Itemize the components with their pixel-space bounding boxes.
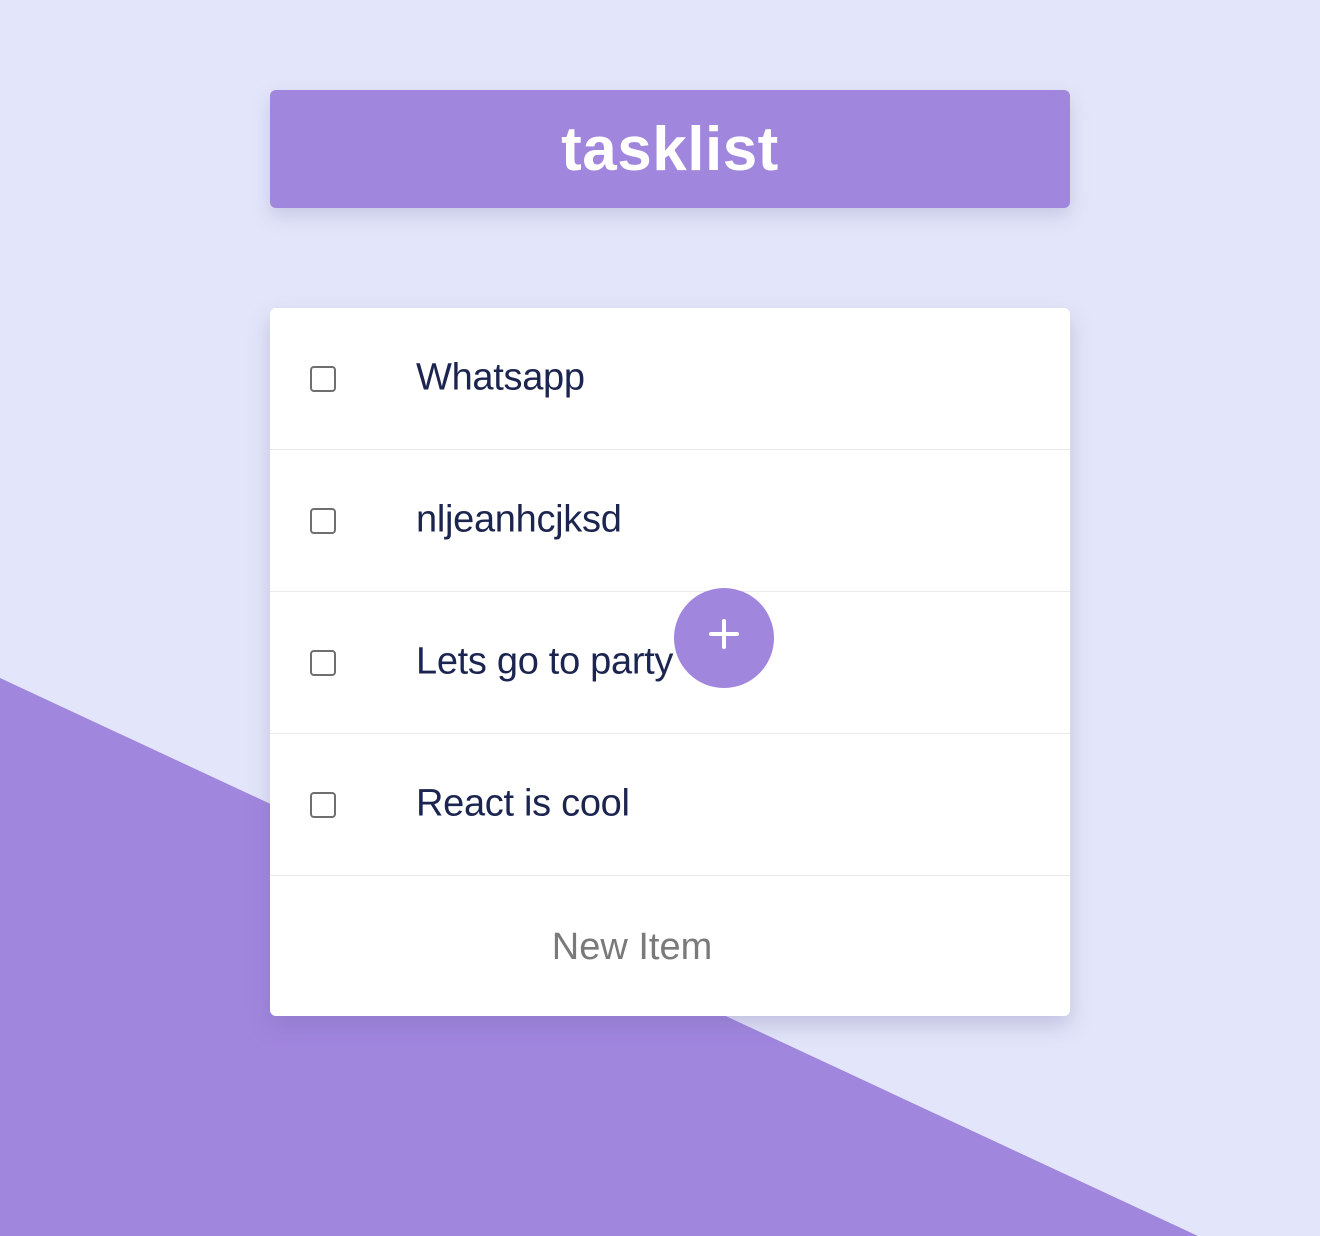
app-title: tasklist xyxy=(561,114,779,184)
task-label: Whatsapp xyxy=(416,356,585,399)
task-checkbox[interactable] xyxy=(310,365,336,392)
task-checkbox[interactable] xyxy=(310,507,336,534)
task-label: Lets go to party xyxy=(416,640,674,683)
add-item-button[interactable] xyxy=(674,588,774,688)
plus-icon xyxy=(709,619,739,649)
task-item: Whatsapp xyxy=(270,308,1070,450)
task-label: nljeanhcjksd xyxy=(416,498,622,541)
new-item-row xyxy=(270,876,1070,1016)
task-label: React is cool xyxy=(416,782,630,825)
task-list-card: Whatsapp nljeanhcjksd Lets go to party R… xyxy=(270,308,1070,1016)
app-header: tasklist xyxy=(270,90,1070,208)
task-item: Lets go to party xyxy=(270,592,1070,734)
task-item: React is cool xyxy=(270,734,1070,876)
new-item-input[interactable] xyxy=(360,906,904,988)
task-item: nljeanhcjksd xyxy=(270,450,1070,592)
task-checkbox[interactable] xyxy=(310,649,336,676)
task-checkbox[interactable] xyxy=(310,791,336,818)
